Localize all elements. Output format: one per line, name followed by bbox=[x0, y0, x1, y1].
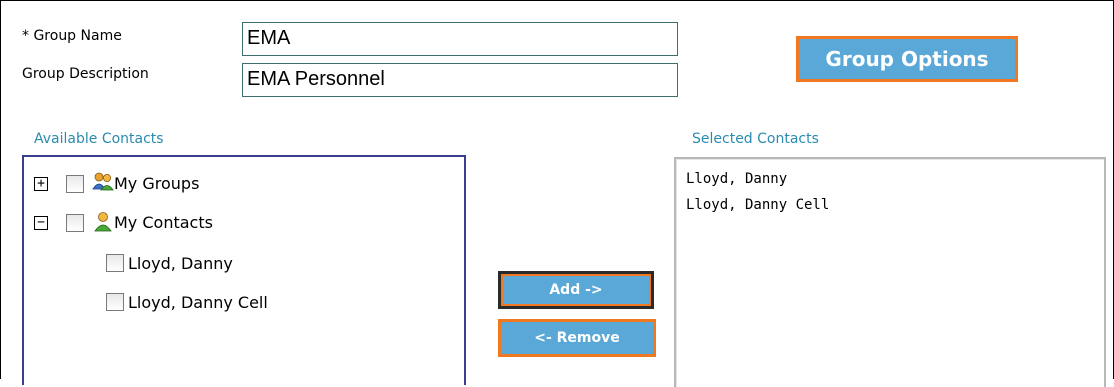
contact-checkbox[interactable] bbox=[106, 254, 124, 272]
add-button[interactable]: Add -> bbox=[498, 271, 654, 309]
group-description-label: Group Description bbox=[22, 66, 149, 82]
contact-item-label[interactable]: Lloyd, Danny bbox=[128, 254, 233, 273]
available-contacts-title: Available Contacts bbox=[34, 131, 164, 147]
list-item[interactable]: Lloyd, Danny bbox=[686, 171, 787, 187]
available-contacts-tree: + My Groups − My Contacts Lloyd, Danny L… bbox=[22, 155, 466, 385]
contact-checkbox[interactable] bbox=[106, 293, 124, 311]
group-description-input[interactable] bbox=[247, 68, 677, 91]
remove-button[interactable]: <- Remove bbox=[498, 319, 656, 357]
group-description-field[interactable] bbox=[242, 63, 678, 97]
my-groups-checkbox[interactable] bbox=[66, 175, 84, 193]
group-name-field[interactable] bbox=[242, 22, 678, 56]
collapse-my-contacts-button[interactable]: − bbox=[34, 216, 48, 230]
group-options-button[interactable]: Group Options bbox=[796, 36, 1018, 82]
my-contacts-checkbox[interactable] bbox=[66, 214, 84, 232]
selected-contacts-list[interactable]: Lloyd, Danny Lloyd, Danny Cell bbox=[674, 157, 1106, 387]
list-item[interactable]: Lloyd, Danny Cell bbox=[686, 197, 829, 213]
group-name-label: * Group Name bbox=[22, 28, 122, 44]
my-groups-label[interactable]: My Groups bbox=[114, 174, 199, 193]
expand-my-groups-button[interactable]: + bbox=[34, 177, 48, 191]
groups-icon bbox=[92, 172, 114, 191]
selected-contacts-title: Selected Contacts bbox=[692, 131, 819, 147]
contact-icon bbox=[94, 212, 112, 232]
group-name-input[interactable] bbox=[247, 27, 677, 50]
my-contacts-label[interactable]: My Contacts bbox=[114, 213, 213, 232]
contact-item-label[interactable]: Lloyd, Danny Cell bbox=[128, 293, 268, 312]
